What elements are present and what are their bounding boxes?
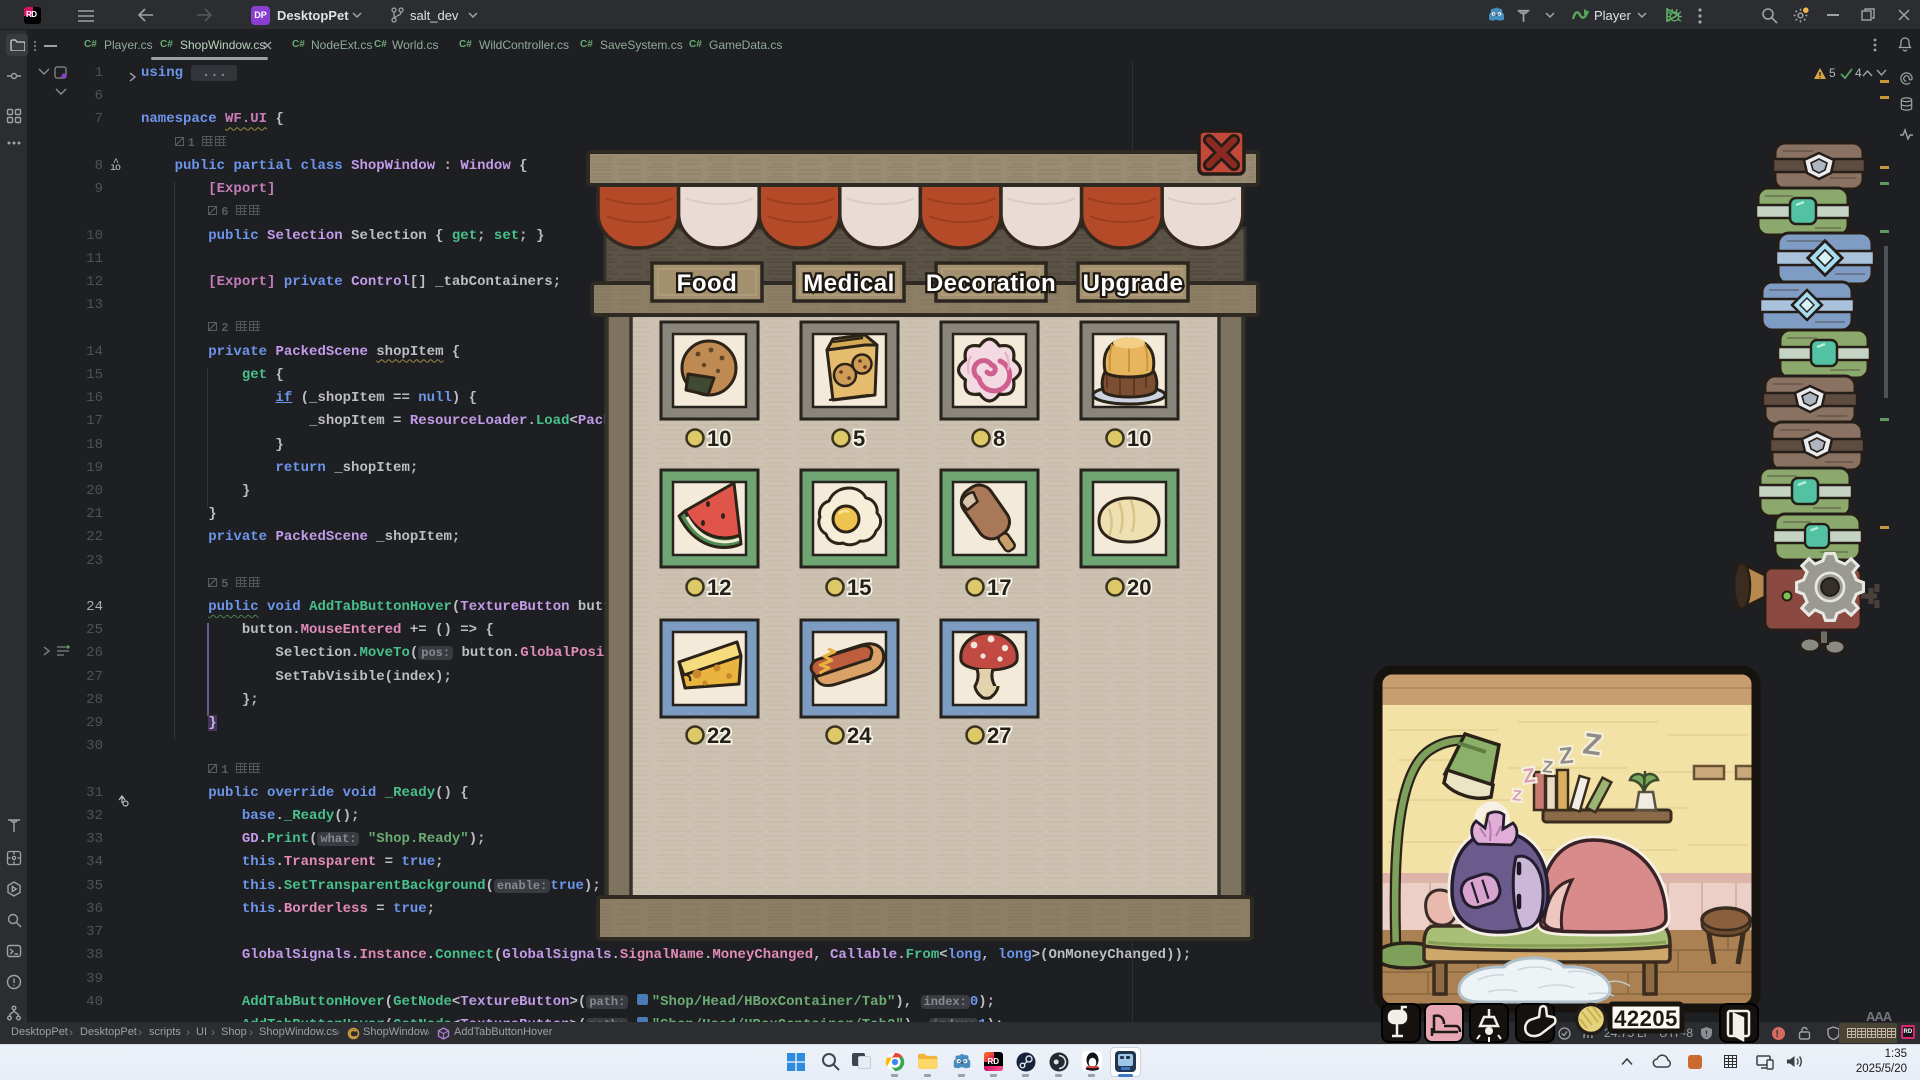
svg-text:Decoration: Decoration <box>926 270 1056 297</box>
svg-text:42205: 42205 <box>1614 1006 1678 1031</box>
svg-text:Z: Z <box>1558 742 1575 769</box>
svg-text:10: 10 <box>707 426 731 451</box>
svg-text:Food: Food <box>677 270 738 297</box>
svg-text:12: 12 <box>707 575 731 600</box>
svg-text:27: 27 <box>987 723 1011 748</box>
svg-text:20: 20 <box>1127 575 1151 600</box>
svg-text:24: 24 <box>847 723 872 748</box>
svg-text:17: 17 <box>987 575 1011 600</box>
svg-text:10: 10 <box>1127 426 1151 451</box>
svg-text:Z: Z <box>1512 787 1523 805</box>
svg-text:15: 15 <box>847 575 871 600</box>
svg-text:Medical: Medical <box>803 270 895 297</box>
svg-text:Z: Z <box>1542 757 1554 777</box>
svg-text:8: 8 <box>993 426 1005 451</box>
svg-text:Upgrade: Upgrade <box>1083 270 1184 297</box>
svg-text:22: 22 <box>707 723 731 748</box>
svg-text:5: 5 <box>853 426 865 451</box>
